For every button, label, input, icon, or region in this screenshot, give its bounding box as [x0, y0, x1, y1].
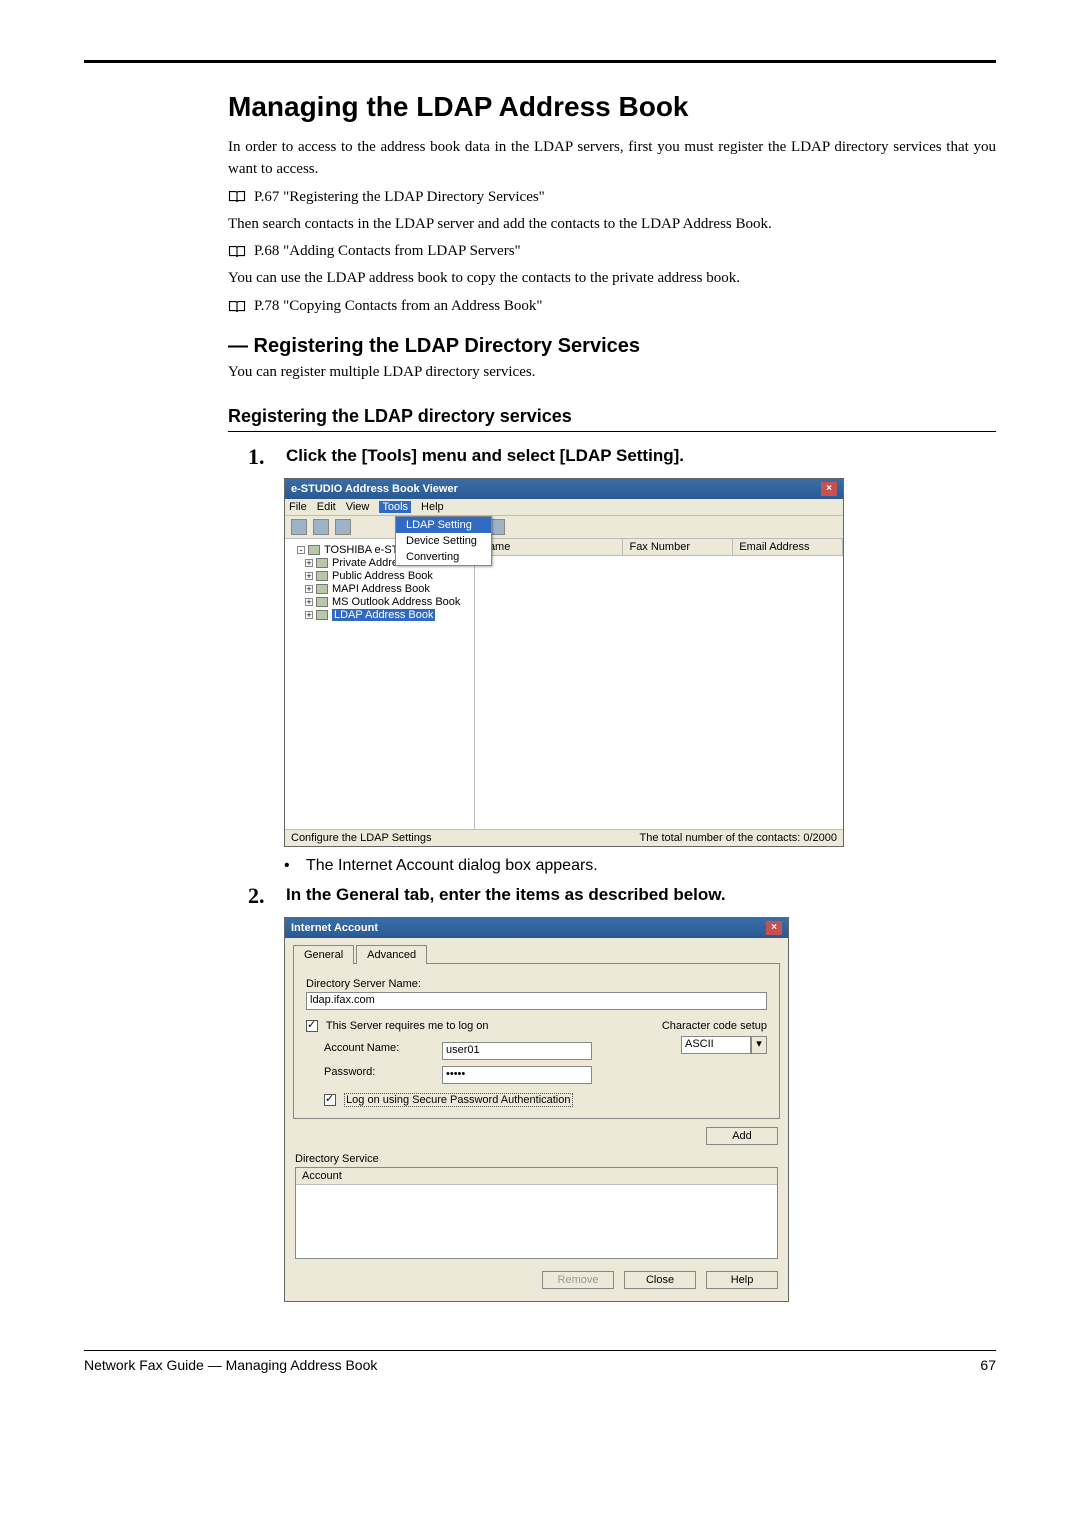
internet-account-dialog: Internet Account × General Advanced Dire…	[284, 917, 789, 1302]
step-text-2: In the General tab, enter the items as d…	[286, 885, 726, 907]
account-name-input[interactable]: user01	[442, 1042, 592, 1060]
page-title: Managing the LDAP Address Book	[228, 91, 996, 123]
footer-page-number: 67	[980, 1357, 996, 1373]
body-line-2: Then search contacts in the LDAP server …	[228, 214, 996, 236]
tree-item[interactable]: MS Outlook Address Book	[332, 596, 460, 608]
col-account: Account	[296, 1168, 777, 1185]
step-number-2: 2.	[248, 885, 274, 907]
step-text-1: Click the [Tools] menu and select [LDAP …	[286, 446, 684, 468]
bullet-icon: •	[284, 857, 292, 875]
close-icon[interactable]: ×	[821, 482, 837, 496]
address-book-tree[interactable]: -TOSHIBA e-STUDIO +Private Address Book …	[285, 539, 475, 829]
menu-help[interactable]: Help	[421, 501, 444, 513]
status-right: The total number of the contacts: 0/2000	[639, 832, 837, 844]
close-icon[interactable]: ×	[766, 921, 782, 935]
menu-bar[interactable]: File Edit View Tools Help LDAP Setting D…	[285, 499, 843, 516]
close-button[interactable]: Close	[624, 1271, 696, 1289]
col-name[interactable]: Name	[475, 539, 623, 555]
add-button[interactable]: Add	[706, 1127, 778, 1145]
tab-general[interactable]: General	[293, 945, 354, 964]
help-button[interactable]: Help	[706, 1271, 778, 1289]
menu-tools[interactable]: Tools	[379, 501, 411, 513]
menu-item-device-setting[interactable]: Device Setting	[396, 533, 491, 549]
tools-dropdown: LDAP Setting Device Setting Converting	[395, 516, 492, 566]
col-email[interactable]: Email Address	[733, 539, 843, 555]
contact-list: Name Fax Number Email Address	[475, 539, 843, 829]
menu-item-ldap-setting[interactable]: LDAP Setting	[396, 517, 491, 533]
secure-auth-checkbox[interactable]	[324, 1094, 336, 1106]
menu-view[interactable]: View	[346, 501, 370, 513]
ref-link-3: P.78 "Copying Contacts from an Address B…	[254, 298, 543, 315]
body-line-3: You can use the LDAP address book to cop…	[228, 268, 996, 290]
footer-left: Network Fax Guide — Managing Address Boo…	[84, 1357, 377, 1373]
book-icon	[228, 190, 246, 204]
menu-item-converting[interactable]: Converting	[396, 549, 491, 565]
password-input[interactable]: •••••	[442, 1066, 592, 1084]
toolbar-icon[interactable]	[291, 519, 307, 535]
address-book-viewer-window: e-STUDIO Address Book Viewer × File Edit…	[284, 478, 844, 847]
directory-service-list[interactable]: Account	[295, 1167, 778, 1259]
dir-server-label: Directory Server Name:	[306, 978, 767, 990]
charset-select[interactable]: ASCII	[681, 1036, 751, 1054]
toolbar-icon[interactable]	[335, 519, 351, 535]
intro-text: In order to access to the address book d…	[228, 137, 996, 181]
dir-server-input[interactable]: ldap.ifax.com	[306, 992, 767, 1010]
window-title: e-STUDIO Address Book Viewer	[291, 483, 458, 495]
sub-heading: — Registering the LDAP Directory Service…	[228, 335, 996, 358]
ref-link-1: P.67 "Registering the LDAP Directory Ser…	[254, 189, 545, 206]
step-number-1: 1.	[248, 446, 274, 468]
toolbar-icon[interactable]	[313, 519, 329, 535]
status-left: Configure the LDAP Settings	[291, 832, 431, 844]
book-icon	[228, 245, 246, 259]
tree-item[interactable]: MAPI Address Book	[332, 583, 430, 595]
ref-link-2: P.68 "Adding Contacts from LDAP Servers"	[254, 243, 521, 260]
account-name-label: Account Name:	[324, 1042, 434, 1060]
password-label: Password:	[324, 1066, 434, 1084]
chevron-down-icon[interactable]: ▾	[751, 1036, 767, 1054]
procedure-heading: Registering the LDAP directory services	[228, 406, 996, 427]
tree-item-ldap[interactable]: LDAP Address Book	[332, 609, 435, 621]
bullet-text: The Internet Account dialog box appears.	[306, 857, 598, 875]
require-login-checkbox[interactable]	[306, 1020, 318, 1032]
remove-button[interactable]: Remove	[542, 1271, 614, 1289]
dialog-title: Internet Account	[291, 922, 378, 934]
charset-label: Character code setup	[662, 1020, 767, 1032]
menu-edit[interactable]: Edit	[317, 501, 336, 513]
col-fax[interactable]: Fax Number	[623, 539, 733, 555]
require-login-label: This Server requires me to log on	[326, 1020, 489, 1032]
directory-service-label: Directory Service	[295, 1153, 778, 1165]
menu-file[interactable]: File	[289, 501, 307, 513]
secure-auth-label: Log on using Secure Password Authenticat…	[344, 1093, 572, 1107]
tab-advanced[interactable]: Advanced	[356, 945, 427, 964]
tree-item[interactable]: Public Address Book	[332, 570, 433, 582]
toolbar	[285, 516, 843, 539]
book-icon	[228, 300, 246, 314]
sub-intro: You can register multiple LDAP directory…	[228, 362, 996, 384]
